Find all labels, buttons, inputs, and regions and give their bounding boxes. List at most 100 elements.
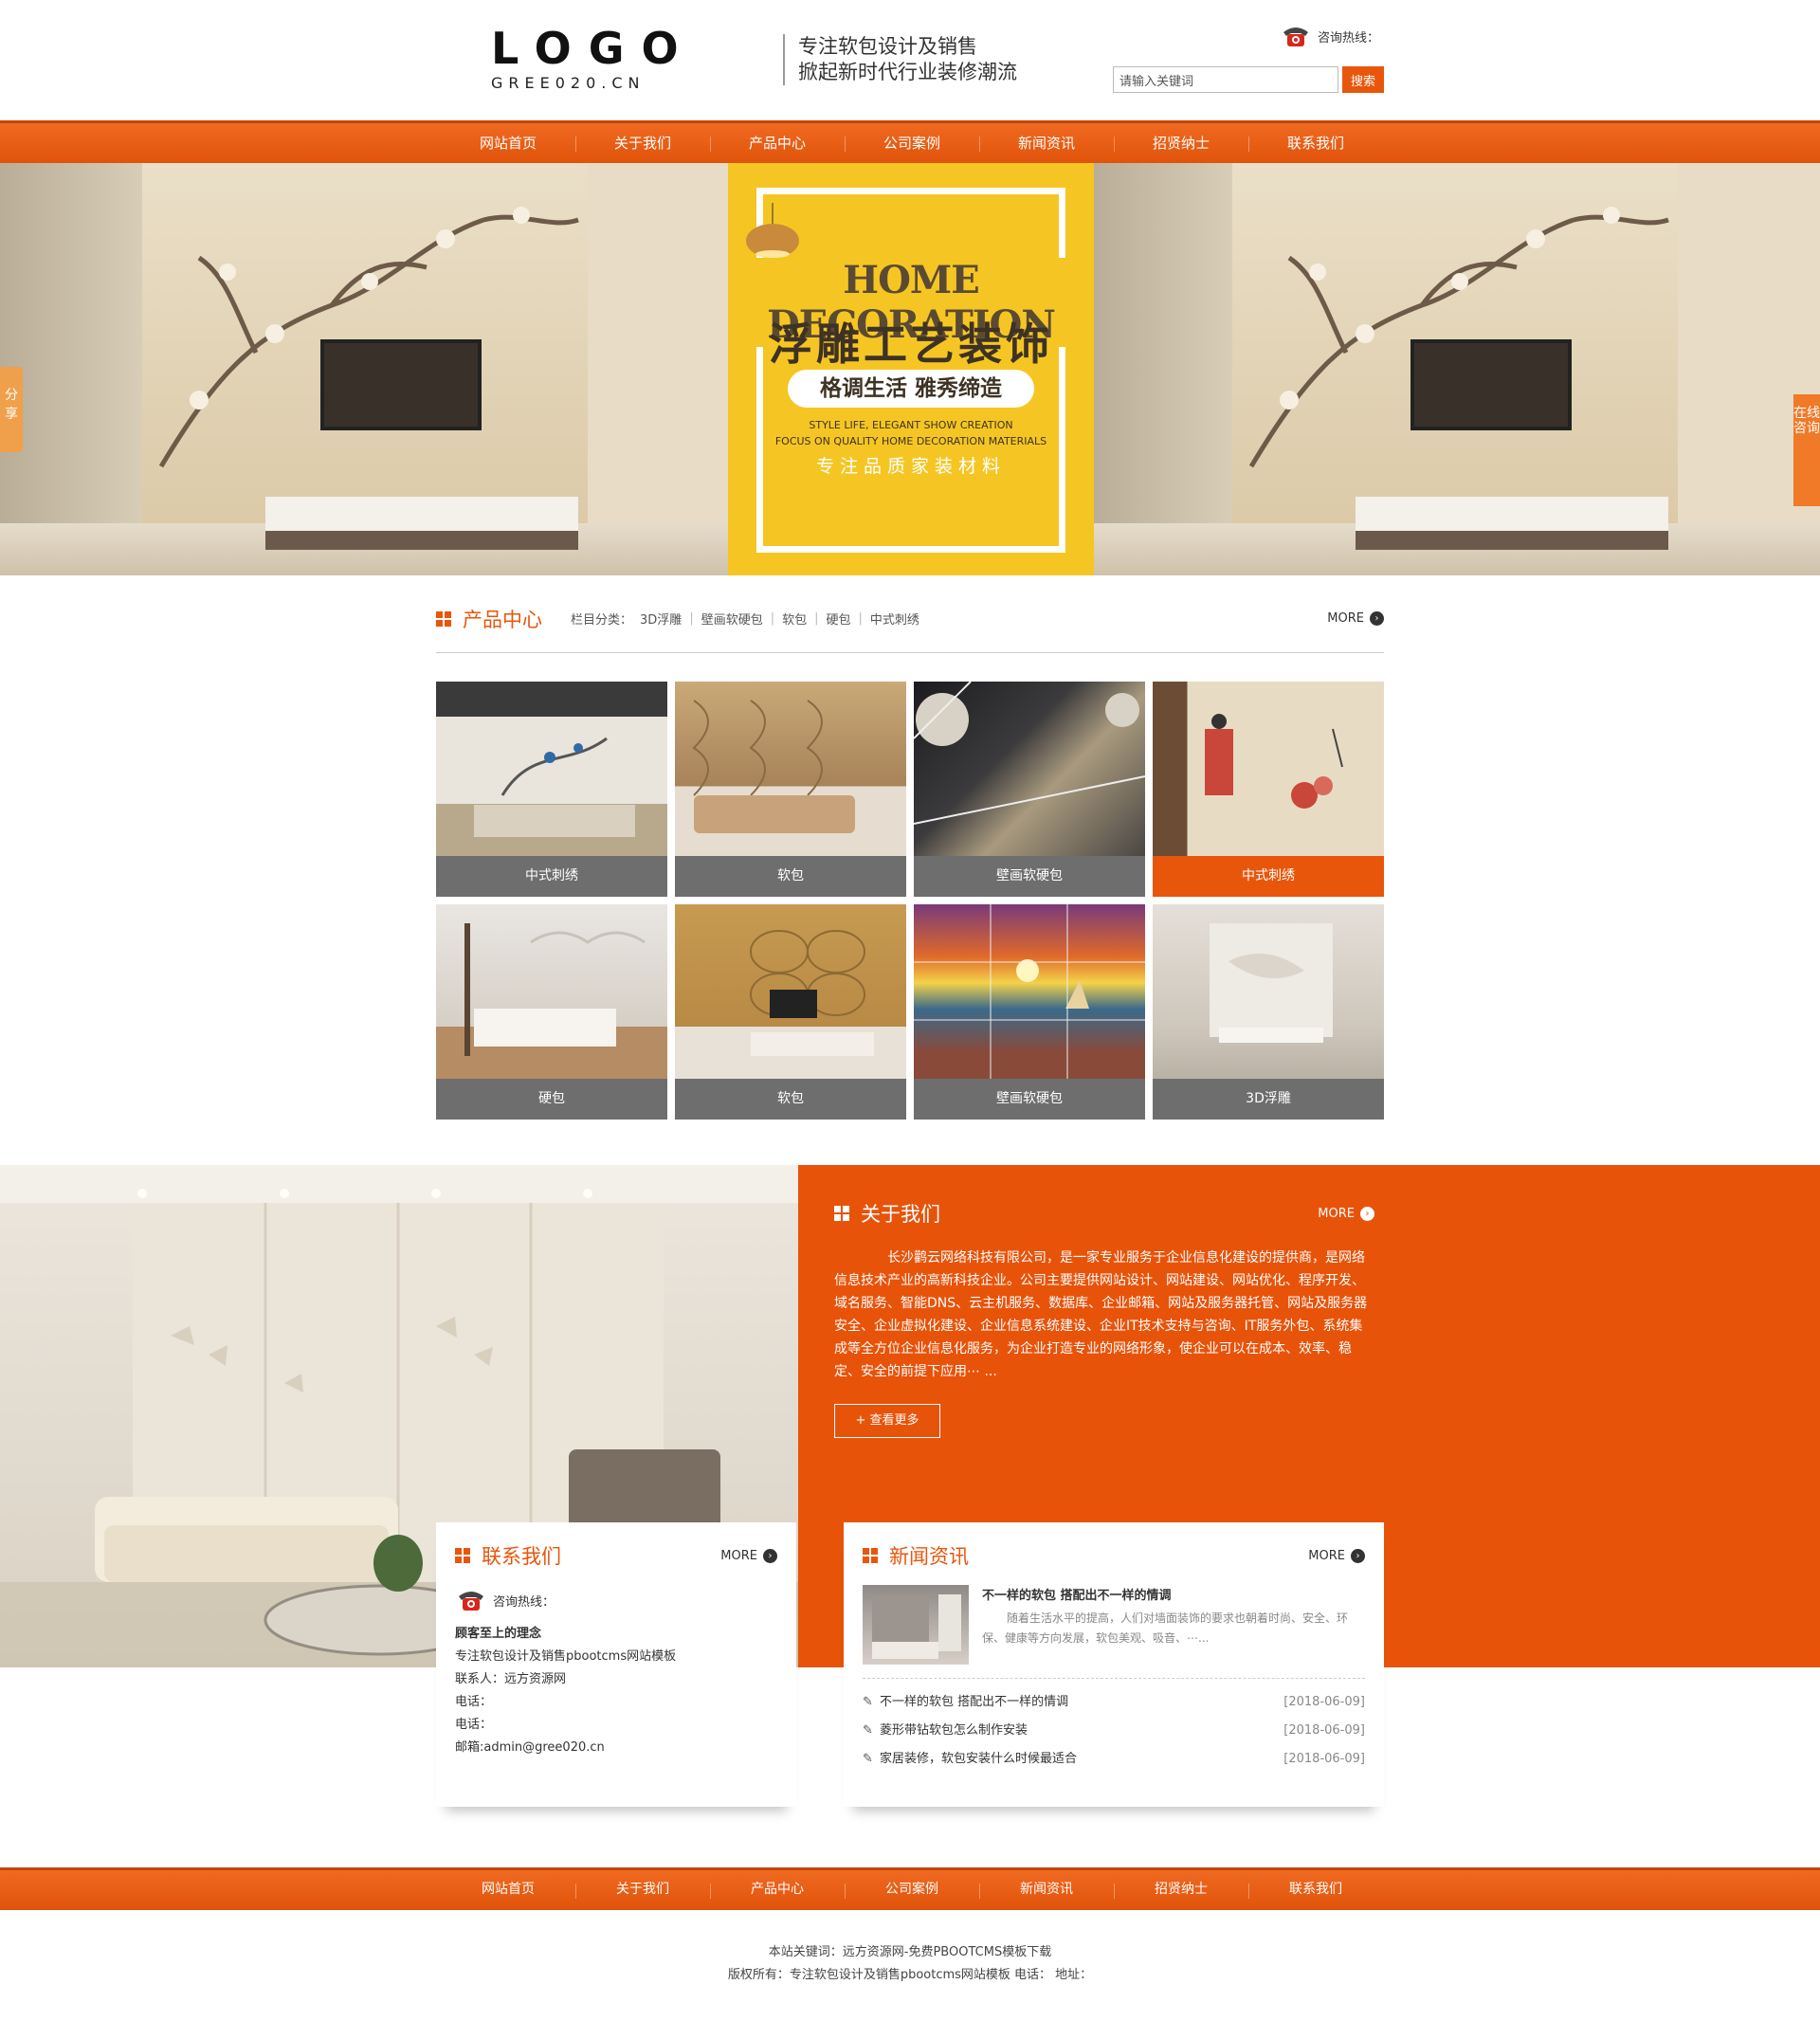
product-caption: 壁画软硬包: [914, 1079, 1145, 1120]
banner-tagline: 专注品质家装材料: [815, 456, 1006, 477]
banner-promo-panel: HOME DECORATION 浮雕工艺装饰 格调生活 雅秀缔造 STYLE L…: [728, 163, 1094, 575]
nav-jobs[interactable]: 招贤纳士: [1114, 123, 1248, 163]
news-list-item[interactable]: ✎ 菱形带钻软包怎么制作安装 [2018-06-09]: [863, 1717, 1365, 1745]
product-grid: 中式刺绣 软包 壁画软硬包 中式刺绣 硬包 软包 壁画软硬包 3D浮雕: [436, 682, 1384, 1120]
featured-news-title[interactable]: 不一样的软包 搭配出不一样的情调: [982, 1585, 1365, 1603]
product-card[interactable]: 硬包: [436, 904, 667, 1120]
about-more-link[interactable]: MORE ›: [1318, 1206, 1374, 1221]
news-item-title: 菱形带钻软包怎么制作安装: [880, 1723, 1028, 1738]
product-image: [1153, 682, 1384, 856]
product-card[interactable]: 中式刺绣: [436, 682, 667, 897]
contact-title: 联系我们: [482, 1545, 561, 1568]
product-caption: 3D浮雕: [1153, 1079, 1384, 1120]
product-card[interactable]: 软包: [675, 682, 906, 897]
site-header: LOGO GREE020.CN 专注软包设计及销售 掀起新时代行业装修潮流 咨询…: [0, 0, 1820, 120]
product-image: [914, 904, 1145, 1079]
news-list-item[interactable]: ✎ 不一样的软包 搭配出不一样的情调 [2018-06-09]: [863, 1688, 1365, 1717]
contact-phone: 电话：: [455, 1718, 493, 1732]
footer-nav-products[interactable]: 产品中心: [710, 1870, 845, 1908]
footer-nav-about[interactable]: 关于我们: [575, 1870, 710, 1908]
footer-info: 本站关键词：远方资源网-免费PBOOTCMS模板下载 版权所有：专注软包设计及销…: [0, 1941, 1820, 1987]
banner-pill: 格调生活 雅秀缔造: [788, 370, 1034, 408]
product-card[interactable]: 3D浮雕: [1153, 904, 1384, 1120]
about-header: 关于我们 MORE ›: [834, 1199, 1374, 1228]
news-more-link[interactable]: MORE ›: [1308, 1548, 1365, 1563]
contact-more-link[interactable]: MORE ›: [720, 1548, 777, 1563]
nav-news[interactable]: 新闻资讯: [979, 123, 1114, 163]
news-header: 新闻资讯 MORE ›: [863, 1541, 1365, 1570]
nav-cases[interactable]: 公司案例: [845, 123, 979, 163]
pin-icon: ✎: [863, 1752, 873, 1766]
about-content: 关于我们 MORE › 长沙鹳云网络科技有限公司，是一家专业服务于企业信息化建设…: [834, 1199, 1374, 1438]
news-title: 新闻资讯: [889, 1545, 969, 1568]
online-consult-tab[interactable]: 在线咨询: [1793, 394, 1820, 506]
product-caption: 中式刺绣: [1153, 856, 1384, 897]
site-logo[interactable]: LOGO GREE020.CN: [491, 27, 719, 93]
product-image: [675, 682, 906, 856]
news-list: ✎ 不一样的软包 搭配出不一样的情调 [2018-06-09] ✎ 菱形带钻软包…: [863, 1688, 1365, 1774]
nav-about[interactable]: 关于我们: [575, 123, 710, 163]
product-caption: 中式刺绣: [436, 856, 667, 897]
branch-relief-right: [1248, 207, 1669, 468]
arrow-right-icon: ›: [1360, 1206, 1374, 1221]
category-list: 栏目分类： 3D浮雕 | 壁画软硬包 | 软包 | 硬包 | 中式刺绣: [571, 610, 919, 628]
product-card[interactable]: 中式刺绣: [1153, 682, 1384, 897]
product-card[interactable]: 软包: [675, 904, 906, 1120]
product-caption: 软包: [675, 1079, 906, 1120]
category-mural[interactable]: 壁画软硬包: [701, 610, 763, 628]
footer-nav: 网站首页 关于我们 产品中心 公司案例 新闻资讯 招贤纳士 联系我们: [0, 1867, 1820, 1910]
category-soft[interactable]: 软包: [782, 610, 807, 628]
news-item-date: [2018-06-09]: [1283, 1695, 1365, 1709]
share-tab[interactable]: 分享: [0, 367, 23, 452]
contact-hotline: 咨询热线：: [455, 1587, 777, 1613]
contact-email[interactable]: 邮箱:admin@gree020.cn: [455, 1737, 777, 1759]
news-item-title: 不一样的软包 搭配出不一样的情调: [880, 1695, 1069, 1709]
news-list-item[interactable]: ✎ 家居装修，软包安装什么时候最适合 [2018-06-09]: [863, 1745, 1365, 1774]
category-hard[interactable]: 硬包: [827, 610, 851, 628]
product-card[interactable]: 壁画软硬包: [914, 904, 1145, 1120]
category-3d-relief[interactable]: 3D浮雕: [640, 610, 682, 628]
featured-news[interactable]: 不一样的软包 搭配出不一样的情调 随着生活水平的提高，人们对墙面装饰的要求也朝着…: [863, 1585, 1365, 1679]
footer-nav-news[interactable]: 新闻资讯: [979, 1870, 1114, 1908]
view-more-button[interactable]: + 查看更多: [834, 1404, 940, 1438]
news-card: 新闻资讯 MORE › 不一样的软包 搭配出不一样的情调 随着生活水平的提高，人…: [844, 1522, 1384, 1807]
more-label: MORE: [1308, 1548, 1345, 1563]
hotline-label: 咨询热线：: [1318, 30, 1380, 46]
product-card[interactable]: 壁画软硬包: [914, 682, 1145, 897]
more-label: MORE: [1327, 611, 1364, 626]
telephone-icon: [1283, 27, 1308, 46]
hero-banner[interactable]: 分享 在线咨询 HOME DECORATION 浮雕工艺装饰 格调生活 雅秀缔造…: [0, 163, 1820, 575]
branch-relief-left: [158, 207, 579, 468]
contact-phone: 电话：: [455, 1695, 493, 1709]
product-caption: 软包: [675, 856, 906, 897]
arrow-right-icon: ›: [763, 1548, 777, 1563]
footer-nav-contact[interactable]: 联系我们: [1248, 1870, 1383, 1908]
footer-nav-jobs[interactable]: 招贤纳士: [1114, 1870, 1248, 1908]
category-embroidery[interactable]: 中式刺绣: [870, 610, 919, 628]
featured-news-desc: 随着生活水平的提高，人们对墙面装饰的要求也朝着时尚、安全、环保、健康等方向发展，…: [982, 1611, 1349, 1645]
footer-copyright: 版权所有：专注软包设计及销售pbootcms网站模板 电话： 地址：: [727, 1968, 1093, 1982]
contact-person: 联系人：远方资源网: [455, 1672, 567, 1686]
news-item-date: [2018-06-09]: [1283, 1752, 1365, 1766]
grid-icon: [455, 1548, 470, 1563]
main-nav: 网站首页 关于我们 产品中心 公司案例 新闻资讯 招贤纳士 联系我们: [0, 120, 1820, 163]
nav-contact[interactable]: 联系我们: [1248, 123, 1383, 163]
slogan-line-1: 专注软包设计及销售: [798, 35, 977, 58]
logo-text: LOGO: [491, 23, 696, 74]
pin-icon: ✎: [863, 1723, 873, 1738]
banner-en-text: STYLE LIFE, ELEGANT SHOW CREATION FOCUS …: [728, 417, 1094, 449]
nav-home[interactable]: 网站首页: [441, 123, 575, 163]
banner-en-line-2: FOCUS ON QUALITY HOME DECORATION MATERIA…: [774, 435, 1047, 447]
logo-subtext: GREE020.CN: [491, 74, 646, 92]
banner-room-left: [0, 163, 730, 575]
nav-products[interactable]: 产品中心: [710, 123, 845, 163]
footer-nav-home[interactable]: 网站首页: [441, 1870, 575, 1908]
product-caption: 壁画软硬包: [914, 856, 1145, 897]
products-more-link[interactable]: MORE ›: [1327, 611, 1384, 626]
product-caption: 硬包: [436, 1079, 667, 1120]
banner-room-right: [1090, 163, 1820, 575]
footer-nav-cases[interactable]: 公司案例: [845, 1870, 979, 1908]
search-input[interactable]: [1113, 66, 1338, 93]
slogan-line-2: 掀起新时代行业装修潮流: [798, 61, 1017, 83]
search-button[interactable]: 搜索: [1342, 66, 1384, 93]
